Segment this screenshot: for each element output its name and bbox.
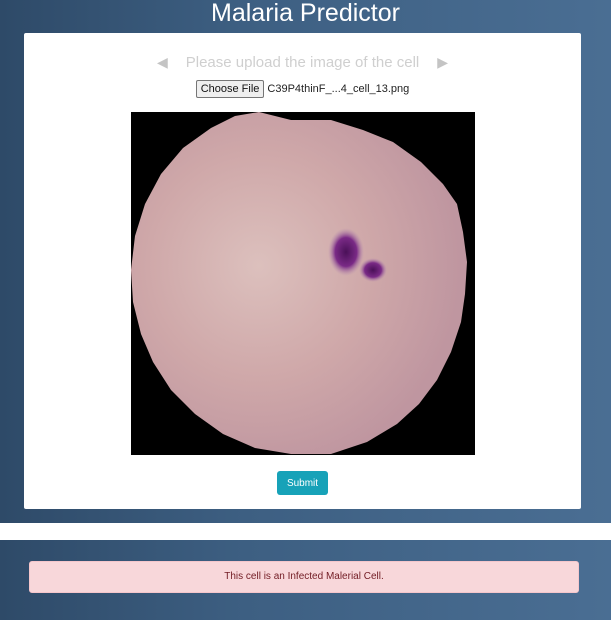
file-name: C39P4thinF_...4_cell_13.png xyxy=(267,83,410,95)
upload-prompt: Please upload the image of the cell xyxy=(185,53,420,71)
result-alert: This cell is an Infected Malerial Cell. xyxy=(29,561,579,593)
submit-button[interactable]: Submit xyxy=(277,471,328,495)
choose-file-button[interactable]: Choose File xyxy=(195,80,265,98)
upload-prompt-row: ◀ Please upload the image of the cell ▶ xyxy=(24,51,581,73)
cell-image xyxy=(131,112,475,455)
file-input[interactable]: Choose File C39P4thinF_...4_cell_13.png xyxy=(24,79,581,99)
upload-card: ◀ Please upload the image of the cell ▶ … xyxy=(24,33,581,509)
prev-arrow-icon[interactable]: ◀ xyxy=(157,54,168,71)
cell-image-graphic xyxy=(131,112,475,455)
page-title: Malaria Predictor xyxy=(211,0,400,27)
next-arrow-icon[interactable]: ▶ xyxy=(437,54,448,71)
